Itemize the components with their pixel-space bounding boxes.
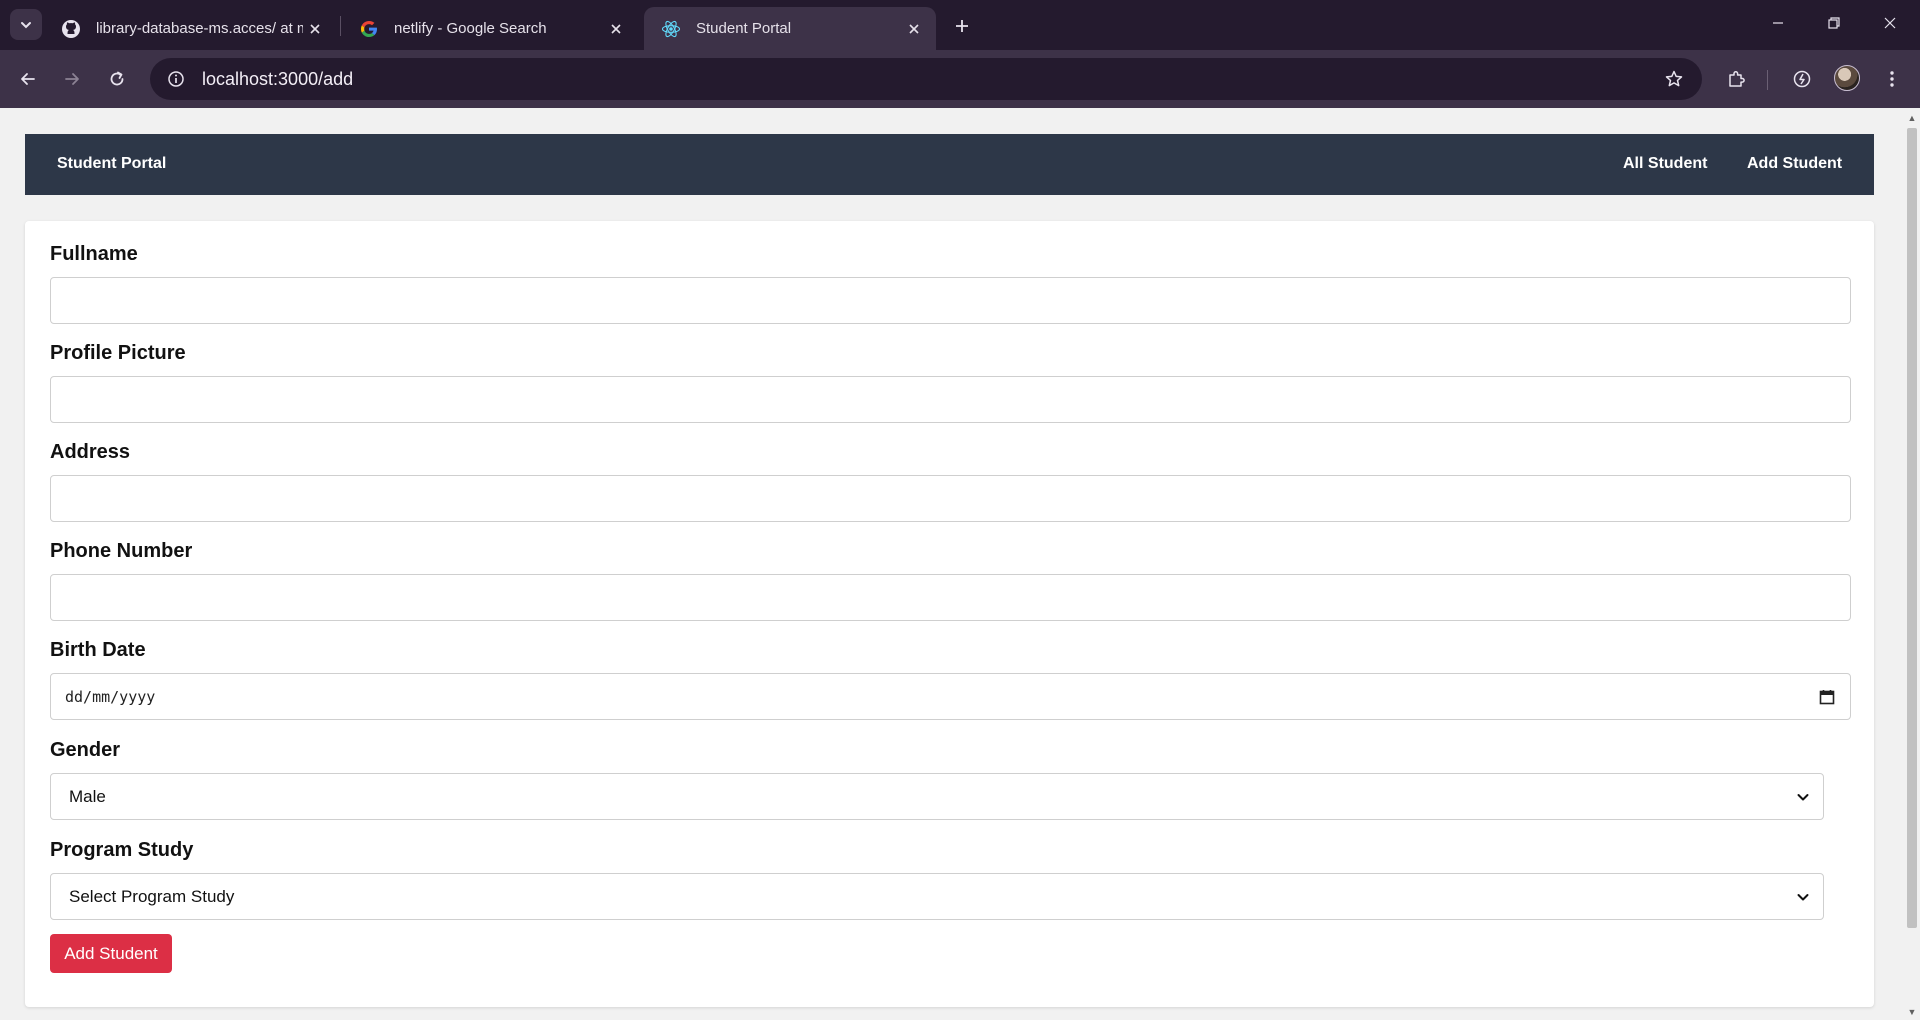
chevron-down-icon bbox=[21, 21, 31, 28]
address-input[interactable] bbox=[50, 475, 1851, 522]
browser-menu-button[interactable] bbox=[1876, 63, 1908, 95]
toolbar-divider bbox=[1767, 70, 1768, 90]
nav-link-all-student[interactable]: All Student bbox=[1623, 155, 1707, 173]
profile-picture-input[interactable] bbox=[50, 376, 1851, 423]
minimize-icon bbox=[1773, 22, 1783, 24]
chevron-down-icon bbox=[1795, 789, 1811, 805]
fullname-label: Fullname bbox=[50, 243, 138, 265]
performance-button[interactable] bbox=[1786, 63, 1818, 95]
profile-avatar[interactable] bbox=[1834, 65, 1860, 91]
close-icon bbox=[1884, 17, 1896, 29]
birth-date-label: Birth Date bbox=[50, 639, 146, 661]
profile-picture-label: Profile Picture bbox=[50, 342, 186, 364]
new-tab-button[interactable] bbox=[948, 12, 976, 40]
phone-number-input[interactable] bbox=[50, 574, 1851, 621]
tab-title: netlify - Google Search bbox=[394, 20, 547, 37]
gender-select[interactable]: Male bbox=[50, 773, 1824, 820]
window-close-button[interactable] bbox=[1862, 0, 1918, 46]
scrollbar-thumb[interactable] bbox=[1907, 128, 1917, 928]
calendar-icon[interactable] bbox=[1818, 688, 1836, 706]
page-scrollbar[interactable]: ▲ ▼ bbox=[1904, 108, 1920, 1020]
page-viewport: Student Portal All Student Add Student F… bbox=[0, 108, 1904, 1020]
navbar-brand[interactable]: Student Portal bbox=[57, 155, 166, 173]
reload-button[interactable] bbox=[101, 63, 133, 95]
back-button[interactable] bbox=[12, 63, 44, 95]
address-label: Address bbox=[50, 441, 131, 463]
restore-icon bbox=[1828, 17, 1840, 29]
nav-link-add-student[interactable]: Add Student bbox=[1747, 155, 1842, 173]
arrow-right-icon bbox=[65, 73, 79, 85]
tab-title: Student Portal bbox=[696, 20, 792, 37]
browser-tab-strip: library-database-ms.acces/ at m netlify … bbox=[0, 0, 1920, 50]
gender-selected-value: Male bbox=[69, 786, 106, 806]
close-icon[interactable] bbox=[604, 17, 628, 41]
add-student-button[interactable]: Add Student bbox=[50, 934, 172, 973]
github-icon bbox=[60, 18, 82, 40]
scroll-up-arrow-icon[interactable]: ▲ bbox=[1904, 110, 1920, 126]
program-study-select[interactable]: Select Program Study bbox=[50, 873, 1824, 920]
tab-google-search[interactable]: netlify - Google Search bbox=[342, 7, 638, 50]
tab-title: library-database-ms.acces/ at m bbox=[96, 20, 303, 37]
close-icon[interactable] bbox=[902, 17, 926, 41]
arrow-left-icon bbox=[21, 73, 35, 85]
close-icon[interactable] bbox=[303, 17, 327, 41]
site-info-icon[interactable] bbox=[156, 59, 196, 99]
address-bar[interactable]: localhost:3000/add bbox=[150, 58, 1702, 100]
more-vertical-icon bbox=[1890, 71, 1894, 87]
tab-student-portal[interactable]: Student Portal bbox=[644, 7, 936, 50]
speedometer-icon bbox=[1793, 70, 1811, 88]
scroll-down-arrow-icon[interactable]: ▼ bbox=[1904, 1004, 1920, 1020]
program-study-label: Program Study bbox=[50, 839, 194, 861]
tab-github[interactable]: library-database-ms.acces/ at m bbox=[44, 7, 337, 50]
plus-icon bbox=[956, 20, 968, 32]
tab-search-button[interactable] bbox=[10, 9, 42, 40]
extensions-button[interactable] bbox=[1720, 63, 1752, 95]
site-navbar: Student Portal All Student Add Student bbox=[25, 134, 1874, 195]
puzzle-icon bbox=[1729, 70, 1745, 87]
add-student-form: Fullname Profile Picture Address Phone N… bbox=[25, 221, 1874, 1007]
react-icon bbox=[660, 18, 682, 40]
restore-button[interactable] bbox=[1806, 0, 1862, 46]
browser-toolbar: localhost:3000/add bbox=[0, 50, 1920, 108]
birth-date-input[interactable]: dd/mm/yyyy bbox=[50, 673, 1851, 720]
tab-separator bbox=[340, 16, 341, 36]
chevron-down-icon bbox=[1795, 889, 1811, 905]
url-text[interactable]: localhost:3000/add bbox=[202, 69, 1656, 90]
birth-date-placeholder: dd/mm/yyyy bbox=[65, 687, 156, 706]
phone-number-label: Phone Number bbox=[50, 540, 193, 562]
gender-label: Gender bbox=[50, 739, 121, 761]
google-icon bbox=[358, 18, 380, 40]
forward-button[interactable] bbox=[56, 63, 88, 95]
reload-icon bbox=[110, 71, 124, 86]
minimize-button[interactable] bbox=[1750, 0, 1806, 46]
program-study-selected-value: Select Program Study bbox=[69, 886, 235, 906]
fullname-input[interactable] bbox=[50, 277, 1851, 324]
bookmark-star-icon[interactable] bbox=[1656, 61, 1692, 97]
